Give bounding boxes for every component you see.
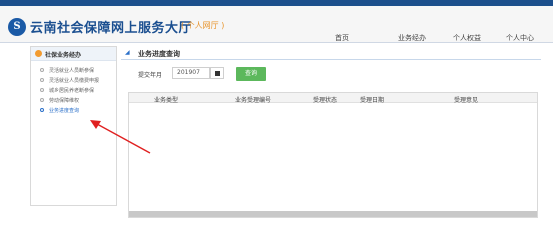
month-input[interactable]: 201907 bbox=[172, 67, 210, 79]
sidebar-title: 社保业务经办 bbox=[45, 52, 82, 59]
sidebar-item-resident-pension[interactable]: 城乡居民养老断参保 bbox=[31, 86, 116, 96]
site-subtitle: ( 个人网厅 ) bbox=[181, 21, 225, 30]
sidebar-item-label: 劳动保障维权 bbox=[49, 98, 80, 104]
bullet-icon bbox=[40, 88, 44, 92]
site-header: S 云南社会保障网上服务大厅 ( 个人网厅 ) 首页 业务经办 个人权益 个人中… bbox=[0, 6, 553, 42]
site-title[interactable]: 云南社会保障网上服务大厅 bbox=[30, 17, 192, 36]
sidebar-section-icon bbox=[35, 50, 42, 57]
horizontal-scrollbar[interactable] bbox=[129, 211, 537, 217]
header-divider bbox=[0, 42, 553, 43]
sidebar-menu: 灵活就业人员断参保 灵活就业人员缴费申报 城乡居民养老断参保 劳动保障维权 业务… bbox=[31, 61, 116, 116]
progress-table: 业务类型 业务受理编号 受理状态 受理日期 受理意见 bbox=[128, 92, 538, 218]
sidebar-header: 社保业务经办 bbox=[31, 47, 116, 61]
calendar-button[interactable] bbox=[210, 67, 224, 79]
sidebar-item-flexible-payment[interactable]: 灵活就业人员缴费申报 bbox=[31, 76, 116, 86]
month-label: 提交年月 bbox=[138, 72, 163, 79]
column-header-status: 受理状态 bbox=[313, 97, 338, 104]
main-title-bar: ◢ 业务进度查询 bbox=[121, 46, 541, 60]
calendar-icon bbox=[215, 71, 220, 76]
column-header-date: 受理日期 bbox=[360, 97, 385, 104]
bullet-icon bbox=[40, 98, 44, 102]
bullet-icon bbox=[40, 68, 44, 72]
logo-icon[interactable]: S bbox=[8, 18, 26, 36]
table-header: 业务类型 业务受理编号 受理状态 受理日期 受理意见 bbox=[129, 93, 537, 104]
section-marker-icon: ◢ bbox=[125, 49, 130, 56]
sidebar-item-progress-query[interactable]: 业务进度查询 bbox=[31, 106, 116, 116]
sidebar-item-labor-rights[interactable]: 劳动保障维权 bbox=[31, 96, 116, 106]
column-header-acceptance-number: 业务受理编号 bbox=[235, 97, 272, 104]
bullet-icon bbox=[40, 108, 44, 112]
bullet-icon bbox=[40, 78, 44, 82]
column-header-business-type: 业务类型 bbox=[154, 97, 179, 104]
sidebar-item-label: 灵活就业人员缴费申报 bbox=[49, 78, 100, 84]
sidebar: 社保业务经办 灵活就业人员断参保 灵活就业人员缴费申报 城乡居民养老断参保 劳动… bbox=[30, 46, 117, 206]
column-header-opinion: 受理意见 bbox=[454, 97, 479, 104]
sidebar-item-label: 城乡居民养老断参保 bbox=[49, 88, 95, 94]
sidebar-item-label: 灵活就业人员断参保 bbox=[49, 68, 95, 74]
sidebar-item-label: 业务进度查询 bbox=[49, 108, 80, 114]
sidebar-item-flexible-enroll[interactable]: 灵活就业人员断参保 bbox=[31, 66, 116, 76]
query-button[interactable]: 查询 bbox=[236, 67, 266, 81]
page-title: 业务进度查询 bbox=[138, 50, 180, 58]
